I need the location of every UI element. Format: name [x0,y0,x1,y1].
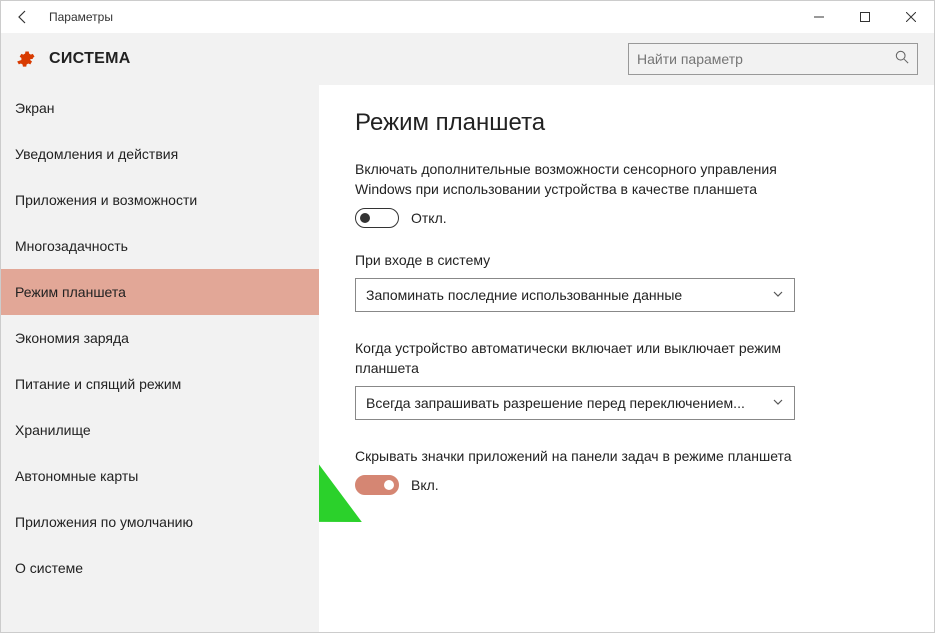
sidebar-item-tablet-mode[interactable]: Режим планшета [1,269,319,315]
maximize-button[interactable] [842,1,888,33]
toggle-knob [360,213,370,223]
sidebar-item-label: Питание и спящий режим [15,376,181,392]
body: Экран Уведомления и действия Приложения … [1,85,934,632]
sidebar-item-default-apps[interactable]: Приложения по умолчанию [1,499,319,545]
sidebar-item-battery-saver[interactable]: Экономия заряда [1,315,319,361]
titlebar: Параметры [1,1,934,33]
tablet-mode-description: Включать дополнительные возможности сенс… [355,159,805,200]
header: СИСТЕМА [1,33,934,85]
maximize-icon [860,12,870,22]
toggle-label: Откл. [411,210,447,226]
dropdown-signin-behavior[interactable]: Запоминать последние использованные данн… [355,278,795,312]
sidebar-item-apps-features[interactable]: Приложения и возможности [1,177,319,223]
close-icon [906,12,916,22]
window-controls [796,1,934,33]
toggle-row-hide-icons: Вкл. [355,475,904,495]
chevron-down-icon [772,395,784,411]
toggle-hide-taskbar-icons[interactable] [355,475,399,495]
chevron-down-icon [772,287,784,303]
sidebar-item-label: Экран [15,100,55,116]
toggle-tablet-mode[interactable] [355,208,399,228]
window-title: Параметры [45,10,796,24]
page-title: Режим планшета [355,109,904,137]
sidebar-item-label: Приложения по умолчанию [15,514,193,530]
toggle-knob [384,480,394,490]
sidebar-item-notifications[interactable]: Уведомления и действия [1,131,319,177]
sidebar-item-label: Приложения и возможности [15,192,197,208]
sidebar-item-label: Уведомления и действия [15,146,178,162]
sidebar-item-label: О системе [15,560,83,576]
sidebar-item-about[interactable]: О системе [1,545,319,591]
back-button[interactable] [1,1,45,33]
close-button[interactable] [888,1,934,33]
section-title: СИСТЕМА [49,50,628,68]
sidebar-item-display[interactable]: Экран [1,85,319,131]
dropdown-auto-switch[interactable]: Всегда запрашивать разрешение перед пере… [355,386,795,420]
sidebar-item-label: Автономные карты [15,468,138,484]
sidebar: Экран Уведомления и действия Приложения … [1,85,319,632]
label-auto-switch: Когда устройство автоматически включает … [355,338,805,379]
settings-window: Параметры СИСТЕМА Экран [0,0,935,633]
gear-icon [11,33,39,85]
content-pane: Режим планшета Включать дополнительные в… [319,85,934,632]
label-hide-icons: Скрывать значки приложений на панели зад… [355,446,805,466]
sidebar-item-label: Режим планшета [15,284,126,300]
dropdown-value: Всегда запрашивать разрешение перед пере… [366,395,772,411]
sidebar-item-label: Хранилище [15,422,91,438]
minimize-button[interactable] [796,1,842,33]
arrow-left-icon [15,9,31,25]
search-input[interactable] [637,51,895,67]
sidebar-item-label: Многозадачность [15,238,128,254]
search-box[interactable] [628,43,918,75]
dropdown-value: Запоминать последние использованные данн… [366,287,772,303]
toggle-label: Вкл. [411,477,439,493]
sidebar-item-power-sleep[interactable]: Питание и спящий режим [1,361,319,407]
search-icon [895,50,909,69]
minimize-icon [814,12,824,22]
sidebar-item-storage[interactable]: Хранилище [1,407,319,453]
sidebar-item-multitasking[interactable]: Многозадачность [1,223,319,269]
sidebar-item-offline-maps[interactable]: Автономные карты [1,453,319,499]
label-signin: При входе в систему [355,250,805,270]
toggle-row-tablet-mode: Откл. [355,208,904,228]
sidebar-item-label: Экономия заряда [15,330,129,346]
